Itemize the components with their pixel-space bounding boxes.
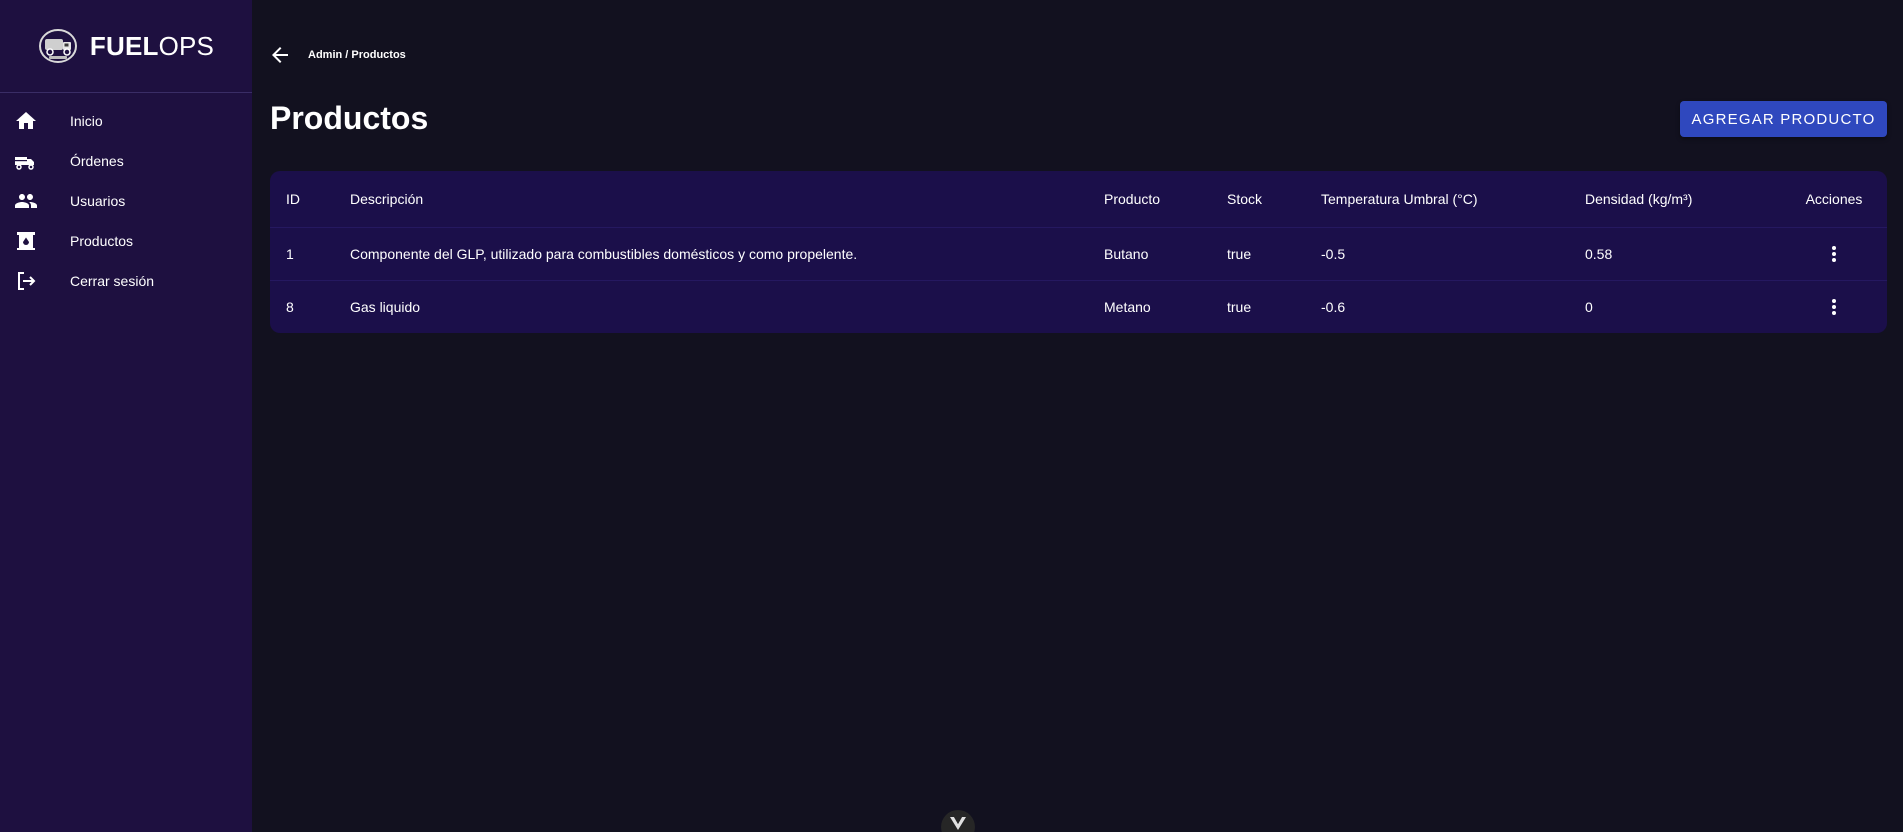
logout-icon [18,272,36,290]
gas-station-icon [17,232,35,250]
sidebar-item-label: Usuarios [70,193,126,209]
cell-producto: Butano [1088,226,1211,280]
app-root: FUELOPS Inicio Órdenes Usuarios Producto… [0,0,1903,832]
sidebar-item-productos[interactable]: Productos [0,221,252,261]
brand[interactable]: FUELOPS [0,0,252,93]
cell-densidad: 0 [1569,279,1781,333]
sidebar-nav: Inicio Órdenes Usuarios Productos Cerrar… [0,93,252,301]
cell-stock: true [1211,226,1305,280]
cell-acciones [1781,226,1887,280]
cell-acciones [1781,279,1887,333]
cell-temperatura: -0.6 [1305,279,1569,333]
cell-producto: Metano [1088,279,1211,333]
table-row: 1 Componente del GLP, utilizado para com… [270,226,1887,280]
sidebar-item-label: Productos [70,233,134,249]
more-vertical-icon[interactable] [1822,242,1846,266]
cell-id: 8 [270,279,334,333]
cell-id: 1 [270,226,334,280]
table-row: 8 Gas liquido Metano true -0.6 0 [270,279,1887,333]
people-icon [15,194,37,208]
sidebar-item-cerrar-sesion[interactable]: Cerrar sesión [0,261,252,301]
breadcrumb: Admin / Productos [308,49,406,61]
topbar: Admin / Productos [268,40,406,70]
cell-descripcion: Gas liquido [334,279,1088,333]
column-header-producto: Producto [1104,190,1161,207]
delivery-truck-icon [15,157,34,170]
column-header-descripcion: Descripción [350,190,424,207]
add-product-button[interactable]: AGREGAR PRODUCTO [1680,101,1887,137]
sidebar-item-ordenes[interactable]: Órdenes [0,141,252,181]
brand-name: FUELOPS [90,31,214,62]
cell-temperatura: -0.5 [1305,226,1569,280]
sidebar-item-inicio[interactable]: Inicio [0,101,252,141]
more-vertical-icon[interactable] [1822,295,1846,319]
column-header-stock: Stock [1227,190,1263,207]
brand-name-bold: FUEL [89,30,159,61]
table-header: ID Descripción Producto Stock Temperatur… [270,171,1887,227]
brand-name-light: OPS [158,30,215,61]
cell-stock: true [1211,279,1305,333]
sidebar: FUELOPS Inicio Órdenes Usuarios Producto… [0,0,252,832]
home-icon [16,112,36,129]
arrow-left-icon[interactable] [268,43,292,67]
vue-logo-icon [950,817,966,830]
sidebar-item-label: Órdenes [70,153,124,169]
main-content: Admin / Productos Productos AGREGAR PROD… [252,0,1903,832]
fuel-truck-logo-icon [38,29,77,63]
column-header-acciones: Acciones [1805,190,1863,207]
cell-densidad: 0.58 [1569,226,1781,280]
sidebar-item-usuarios[interactable]: Usuarios [0,181,252,221]
page-title: Productos [270,100,429,136]
products-table: ID Descripción Producto Stock Temperatur… [270,171,1887,333]
sidebar-item-label: Inicio [70,113,103,129]
column-header-id: ID [286,190,300,207]
cell-descripcion: Componente del GLP, utilizado para combu… [334,226,1088,280]
column-header-densidad: Densidad (kg/m³) [1585,190,1693,207]
column-header-temperatura: Temperatura Umbral (°C) [1321,190,1478,207]
sidebar-item-label: Cerrar sesión [70,273,155,289]
